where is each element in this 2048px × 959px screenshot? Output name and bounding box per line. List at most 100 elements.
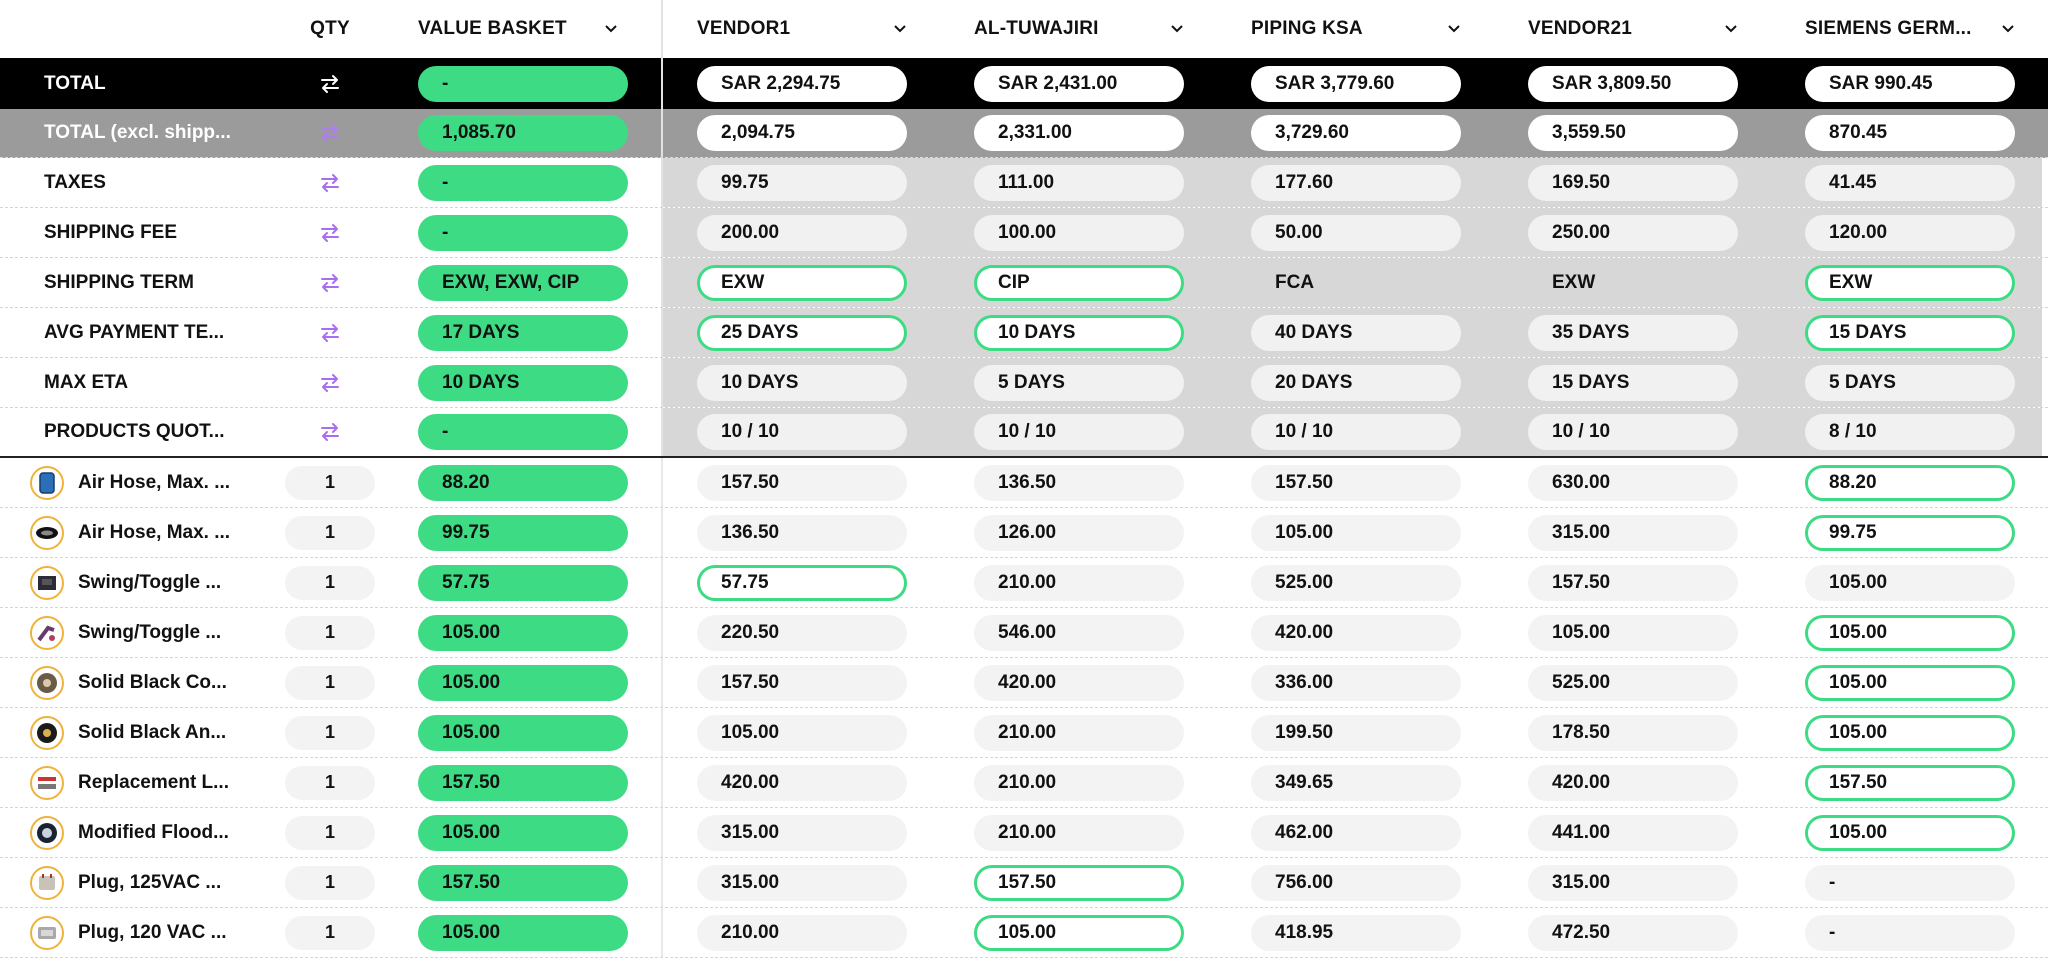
swap-icon[interactable]	[319, 272, 341, 294]
vendor-summary-value[interactable]: 10 DAYS	[697, 364, 907, 401]
vendor-summary-value[interactable]: 20 DAYS	[1251, 364, 1461, 401]
vendor-total[interactable]: SAR 2,431.00	[974, 65, 1184, 102]
product-label-cell[interactable]: Plug, 120 VAC ...	[0, 915, 285, 950]
swap-icon[interactable]	[319, 122, 341, 144]
vendor-total-excl[interactable]: 870.45	[1805, 115, 2015, 151]
vendor-price[interactable]: 220.50	[697, 614, 907, 651]
vendor-total[interactable]: SAR 3,779.60	[1251, 65, 1461, 102]
vendor-summary-value[interactable]: 10 / 10	[697, 414, 907, 450]
vendor-summary-value[interactable]: EXW	[1805, 264, 2015, 301]
chevron-down-icon[interactable]	[1447, 22, 1461, 36]
vendor-price[interactable]: 105.00	[974, 914, 1184, 951]
vendor-summary-value[interactable]: FCA	[1251, 265, 1461, 301]
vendor-price[interactable]: 99.75	[1805, 514, 2015, 551]
vendor-summary-value[interactable]: 169.50	[1528, 164, 1738, 201]
product-label-cell[interactable]: Swing/Toggle ...	[0, 565, 285, 600]
vendor-price[interactable]: -	[1805, 914, 2015, 951]
chevron-down-icon[interactable]	[2001, 22, 2015, 36]
product-label-cell[interactable]: Air Hose, Max. ...	[0, 465, 285, 500]
vendor-price[interactable]: 472.50	[1528, 914, 1738, 951]
vendor-summary-value[interactable]: 250.00	[1528, 214, 1738, 251]
vendor-summary-value[interactable]: EXW	[1528, 265, 1738, 301]
vendor-price[interactable]: 210.00	[974, 564, 1184, 601]
vendor-price[interactable]: 157.50	[974, 864, 1184, 901]
vendor-price[interactable]: 756.00	[1251, 864, 1461, 901]
vendor-price[interactable]: 315.00	[1528, 864, 1738, 901]
vendor-price[interactable]: 157.50	[1251, 464, 1461, 501]
vendor-price[interactable]: 336.00	[1251, 664, 1461, 701]
vendor-price[interactable]: 210.00	[697, 914, 907, 951]
vendor-price[interactable]: 105.00	[697, 714, 907, 751]
vendor-price[interactable]: 105.00	[1528, 614, 1738, 651]
product-label-cell[interactable]: Plug, 125VAC ...	[0, 865, 285, 900]
vendor-price[interactable]: 418.95	[1251, 914, 1461, 951]
qty-input[interactable]: 1	[285, 915, 375, 950]
vendor-price[interactable]: 136.50	[697, 514, 907, 551]
vendor-price[interactable]: 525.00	[1528, 664, 1738, 701]
vendor-total-excl[interactable]: 2,094.75	[697, 115, 907, 151]
vendor-summary-value[interactable]: 41.45	[1805, 164, 2015, 201]
vendor-price[interactable]: 525.00	[1251, 564, 1461, 601]
product-label-cell[interactable]: Replacement L...	[0, 765, 285, 800]
vendor-header-5[interactable]: SIEMENS GERM...	[1771, 18, 2042, 40]
qty-input[interactable]: 1	[285, 565, 375, 600]
vendor-price[interactable]: 105.00	[1805, 664, 2015, 701]
vendor-price[interactable]: 105.00	[1805, 564, 2015, 601]
chevron-down-icon[interactable]	[1724, 22, 1738, 36]
vendor-price[interactable]: 210.00	[974, 814, 1184, 851]
header-value-basket[interactable]: VALUE BASKET	[375, 18, 661, 40]
vendor-price[interactable]: 210.00	[974, 714, 1184, 751]
swap-icon[interactable]	[319, 222, 341, 244]
vendor-header-4[interactable]: VENDOR21	[1494, 18, 1771, 40]
vendor-price[interactable]: 420.00	[1528, 764, 1738, 801]
vendor-price[interactable]: 105.00	[1805, 614, 2015, 651]
vendor-price[interactable]: 630.00	[1528, 464, 1738, 501]
vendor-price[interactable]: 441.00	[1528, 814, 1738, 851]
vendor-summary-value[interactable]: 10 DAYS	[974, 314, 1184, 351]
swap-icon[interactable]	[319, 372, 341, 394]
vendor-price[interactable]: 210.00	[974, 764, 1184, 801]
vendor-summary-value[interactable]: 200.00	[697, 214, 907, 251]
qty-input[interactable]: 1	[285, 715, 375, 750]
vendor-summary-value[interactable]: 8 / 10	[1805, 414, 2015, 450]
product-label-cell[interactable]: Solid Black Co...	[0, 665, 285, 700]
vendor-price[interactable]: 315.00	[697, 814, 907, 851]
vendor-total[interactable]: SAR 3,809.50	[1528, 65, 1738, 102]
vendor-price[interactable]: 157.50	[697, 664, 907, 701]
swap-icon[interactable]	[319, 421, 341, 443]
vendor-price[interactable]: 157.50	[1805, 764, 2015, 801]
vendor-total-excl[interactable]: 2,331.00	[974, 115, 1184, 151]
vendor-price[interactable]: 105.00	[1251, 514, 1461, 551]
vendor-price[interactable]: 157.50	[697, 464, 907, 501]
vendor-price[interactable]: 546.00	[974, 614, 1184, 651]
vendor-summary-value[interactable]: EXW	[697, 264, 907, 301]
qty-input[interactable]: 1	[285, 865, 375, 900]
vendor-summary-value[interactable]: 10 / 10	[1251, 414, 1461, 450]
vendor-summary-value[interactable]: 10 / 10	[1528, 414, 1738, 450]
vendor-price[interactable]: 178.50	[1528, 714, 1738, 751]
vendor-header-3[interactable]: PIPING KSA	[1217, 18, 1494, 40]
qty-input[interactable]: 1	[285, 665, 375, 700]
vendor-summary-value[interactable]: 35 DAYS	[1528, 314, 1738, 351]
vendor-summary-value[interactable]: 5 DAYS	[974, 364, 1184, 401]
vendor-price[interactable]: 57.75	[697, 564, 907, 601]
qty-input[interactable]: 1	[285, 765, 375, 800]
vendor-price[interactable]: 88.20	[1805, 464, 2015, 501]
vendor-total-excl[interactable]: 3,559.50	[1528, 115, 1738, 151]
vendor-summary-value[interactable]: 100.00	[974, 214, 1184, 251]
vendor-price[interactable]: 199.50	[1251, 714, 1461, 751]
vendor-price[interactable]: 126.00	[974, 514, 1184, 551]
swap-icon[interactable]	[319, 172, 341, 194]
vendor-summary-value[interactable]: 177.60	[1251, 164, 1461, 201]
vendor-summary-value[interactable]: 10 / 10	[974, 414, 1184, 450]
product-label-cell[interactable]: Swing/Toggle ...	[0, 615, 285, 650]
qty-input[interactable]: 1	[285, 465, 375, 500]
vendor-header-1[interactable]: VENDOR1	[663, 18, 940, 40]
vendor-total[interactable]: SAR 2,294.75	[697, 65, 907, 102]
qty-input[interactable]: 1	[285, 815, 375, 850]
vendor-summary-value[interactable]: 15 DAYS	[1528, 364, 1738, 401]
product-label-cell[interactable]: Solid Black An...	[0, 715, 285, 750]
vendor-price[interactable]: 315.00	[697, 864, 907, 901]
vendor-price[interactable]: 105.00	[1805, 714, 2015, 751]
chevron-down-icon[interactable]	[604, 22, 618, 36]
